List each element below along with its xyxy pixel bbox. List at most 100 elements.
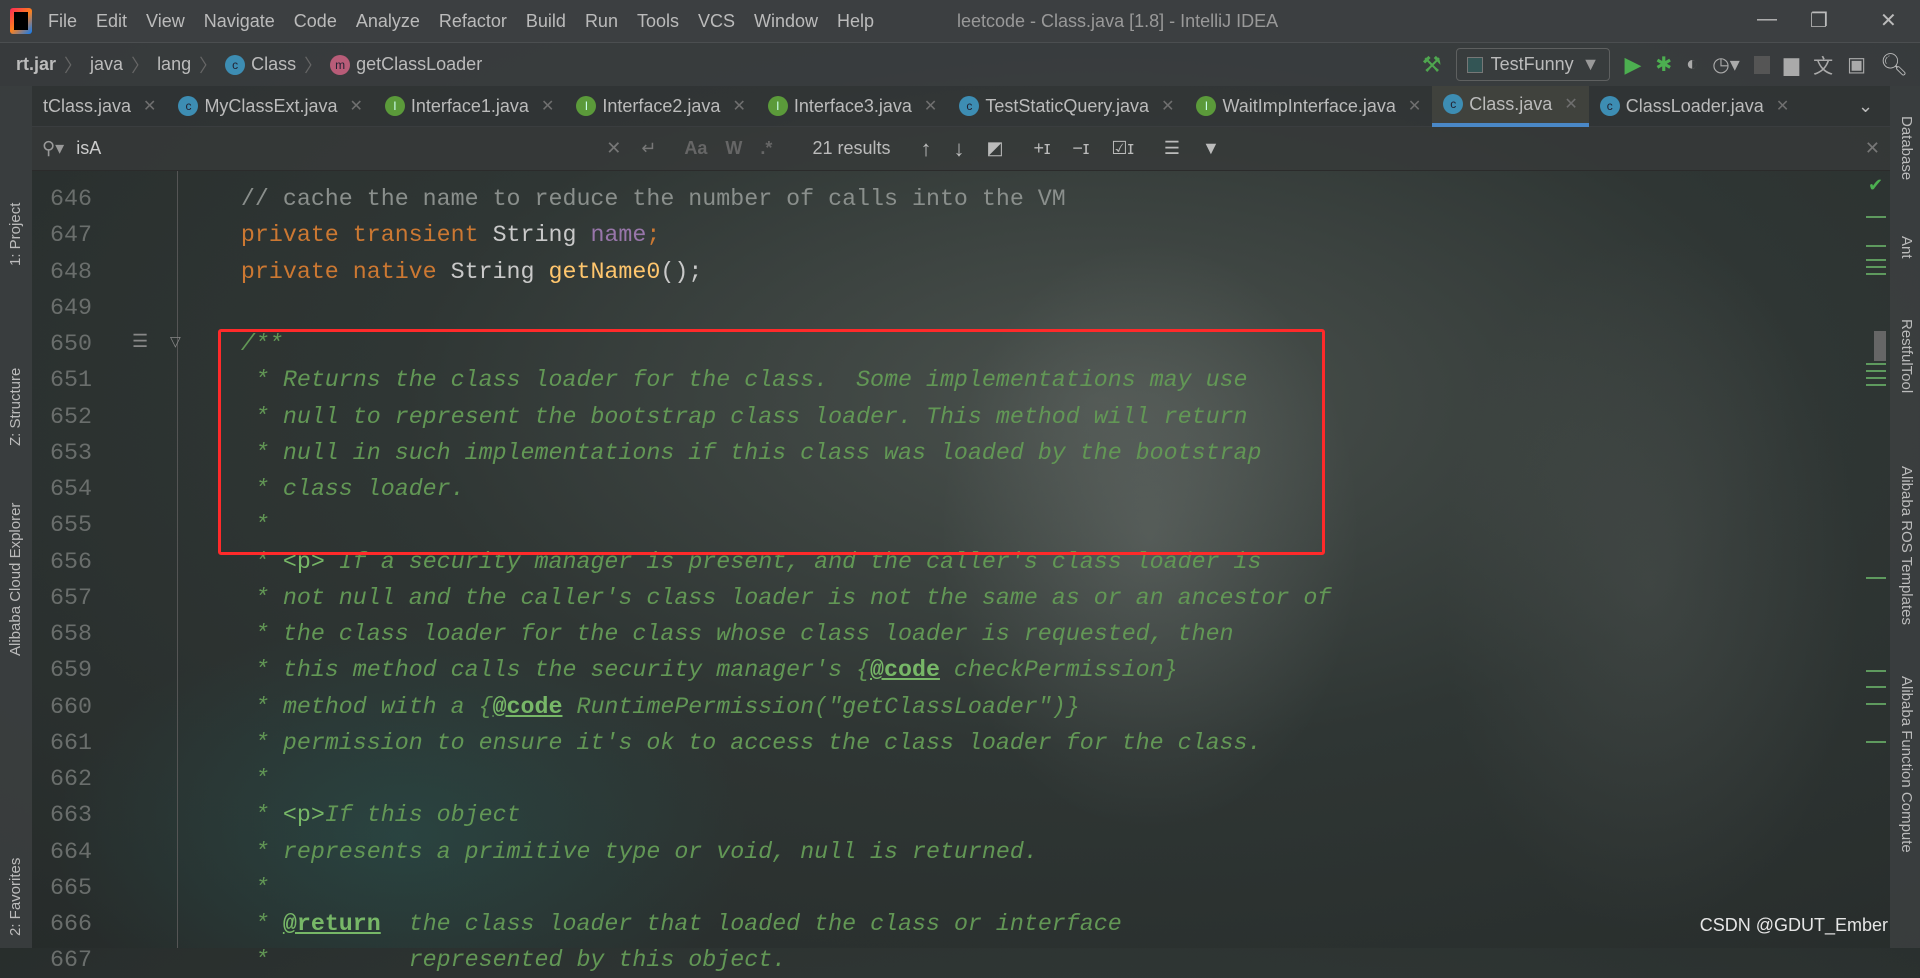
add-selection-icon[interactable]: +ɪ: [1034, 138, 1051, 159]
regex-toggle[interactable]: .*: [760, 138, 772, 159]
tab-teststaticquery-java[interactable]: c TestStaticQuery.java ✕: [948, 86, 1185, 127]
build-hammer-icon[interactable]: ⚒: [1422, 52, 1442, 78]
search-input[interactable]: isA: [76, 138, 576, 159]
menu-window[interactable]: Window: [754, 11, 818, 32]
clear-search-icon[interactable]: ✕: [606, 138, 621, 159]
code-token: checkPermission}: [939, 657, 1178, 684]
class-icon: c: [178, 96, 199, 116]
select-all-icon[interactable]: ☑ɪ: [1111, 138, 1134, 159]
tab-class-java[interactable]: c Class.java ✕: [1432, 85, 1589, 127]
minimize-button[interactable]: —: [1757, 8, 1777, 31]
tab-waitimpinterface-java[interactable]: I WaitImpInterface.java ✕: [1185, 86, 1432, 127]
next-occurrence-icon[interactable]: ↓: [953, 136, 964, 162]
coverage-icon[interactable]: ◐: [1686, 53, 1698, 76]
tab-interface3-java[interactable]: I Interface3.java ✕: [757, 86, 948, 127]
select-all-occurrences-icon[interactable]: ◩: [986, 138, 1003, 159]
tool-alibaba-function-compute[interactable]: Alibaba Function Compute: [1898, 676, 1915, 853]
line-number: 663: [50, 802, 92, 829]
code-line: 657 * not null and the caller's class lo…: [32, 580, 1832, 616]
words-toggle[interactable]: W: [725, 138, 742, 159]
menu-tools[interactable]: Tools: [637, 11, 679, 32]
menu-run[interactable]: Run: [585, 11, 618, 32]
scrollbar-thumb[interactable]: [1874, 331, 1886, 361]
tool-alibaba-cloud-explorer[interactable]: Alibaba Cloud Explorer: [7, 503, 24, 656]
code-token: *: [254, 911, 283, 937]
tab-interface2-java[interactable]: I Interface2.java ✕: [565, 86, 756, 127]
code-token: ();: [660, 258, 703, 285]
match-case-toggle[interactable]: Aa: [684, 138, 707, 159]
terminal-icon[interactable]: ▣: [1847, 52, 1866, 77]
project-structure-icon[interactable]: ▆: [1784, 52, 1799, 77]
line-number: 655: [50, 512, 92, 539]
tab-classloader-java[interactable]: c ClassLoader.java ✕: [1589, 86, 1801, 127]
close-tab-icon[interactable]: ✕: [143, 96, 156, 116]
profiler-icon[interactable]: ◷▾: [1712, 52, 1740, 77]
close-button[interactable]: ✕: [1880, 8, 1897, 33]
intellij-logo-icon: [10, 8, 32, 34]
tab-interface1-java[interactable]: I Interface1.java ✕: [374, 86, 565, 127]
code-editor[interactable]: ☰ ▽ 646 // cache the name to reduce the …: [32, 171, 1890, 973]
menu-navigate[interactable]: Navigate: [204, 11, 275, 32]
close-tab-icon[interactable]: ✕: [924, 96, 937, 116]
tab-label: Interface2.java: [602, 95, 721, 116]
filter-options-icon[interactable]: ☰: [1164, 138, 1180, 159]
class-icon: c: [1599, 96, 1620, 116]
menu-vcs[interactable]: VCS: [698, 11, 735, 32]
menu-build[interactable]: Build: [526, 11, 566, 32]
editor-scrollbar[interactable]: ✔: [1860, 171, 1890, 948]
close-tab-icon[interactable]: ✕: [541, 96, 554, 116]
breadcrumb-item[interactable]: getClassLoader: [356, 54, 482, 75]
close-tab-icon[interactable]: ✕: [349, 96, 362, 116]
breadcrumb-item[interactable]: lang: [157, 54, 191, 75]
breadcrumb-item[interactable]: Class: [251, 54, 296, 75]
close-tab-icon[interactable]: ✕: [1408, 96, 1421, 116]
breadcrumb-separator: 〉: [199, 55, 218, 76]
close-tab-icon[interactable]: ✕: [1776, 96, 1789, 116]
tab-tclass-java[interactable]: tClass.java ✕: [32, 86, 167, 127]
tool-favorites[interactable]: 2: Favorites: [7, 858, 24, 936]
breadcrumb-item[interactable]: rt.jar: [16, 54, 56, 75]
translate-icon[interactable]: 文: [1813, 50, 1833, 79]
tool-structure[interactable]: Z: Structure: [7, 368, 24, 446]
breadcrumb: rt.jar 〉 java 〉 lang 〉 c Class 〉 m getClassLoader: [16, 52, 482, 78]
tool-project[interactable]: 1: Project: [7, 203, 24, 266]
tool-restfultool[interactable]: RestfulTool: [1898, 319, 1915, 393]
menu-help[interactable]: Help: [837, 11, 874, 32]
remove-selection-icon[interactable]: −ɪ: [1072, 138, 1089, 159]
tool-ant[interactable]: Ant: [1898, 236, 1915, 259]
menu-code[interactable]: Code: [294, 11, 337, 32]
filter-icon[interactable]: ▼: [1202, 138, 1220, 159]
run-icon[interactable]: ▶: [1624, 52, 1641, 78]
tool-database[interactable]: Database: [1898, 116, 1915, 180]
close-tab-icon[interactable]: ✕: [1161, 96, 1174, 116]
code-line: 664 * represents a primitive type or voi…: [32, 834, 1832, 870]
run-configuration-select[interactable]: TestFunny ▼: [1455, 48, 1611, 81]
close-tab-icon[interactable]: ✕: [1564, 94, 1577, 114]
tool-alibaba-ros-templates[interactable]: Alibaba ROS Templates: [1898, 466, 1915, 625]
chevron-down-icon[interactable]: ⌄: [1858, 96, 1873, 117]
tab-myclassext-java[interactable]: c MyClassExt.java ✕: [167, 86, 373, 127]
restore-button[interactable]: ❐: [1810, 8, 1828, 33]
breadcrumb-item[interactable]: java: [90, 54, 123, 75]
close-tab-icon[interactable]: ✕: [732, 96, 745, 116]
menu-analyze[interactable]: Analyze: [356, 11, 420, 32]
menu-file[interactable]: File: [48, 11, 77, 32]
method-icon: m: [330, 54, 351, 75]
debug-bug-icon[interactable]: ✱: [1655, 52, 1672, 77]
tab-label: MyClassExt.java: [204, 95, 338, 116]
menu-edit[interactable]: Edit: [96, 11, 127, 32]
code-token: String: [450, 258, 549, 285]
search-icon[interactable]: ⚲▾: [42, 138, 64, 159]
previous-occurrence-icon[interactable]: ↑: [920, 136, 931, 162]
right-tool-strip: Database Ant RestfulTool Alibaba ROS Tem…: [1890, 86, 1920, 948]
menu-refactor[interactable]: Refactor: [439, 11, 507, 32]
new-line-icon[interactable]: ↵: [641, 138, 656, 159]
interface-icon: I: [767, 96, 788, 116]
menu-view[interactable]: View: [146, 11, 185, 32]
close-find-icon[interactable]: ✕: [1865, 138, 1880, 159]
stop-icon[interactable]: [1753, 55, 1770, 74]
search-icon[interactable]: 🔍︎: [1880, 52, 1908, 78]
code-token: * represents a primitive type or void, n…: [254, 838, 1038, 865]
run-configuration-label: TestFunny: [1490, 54, 1574, 74]
